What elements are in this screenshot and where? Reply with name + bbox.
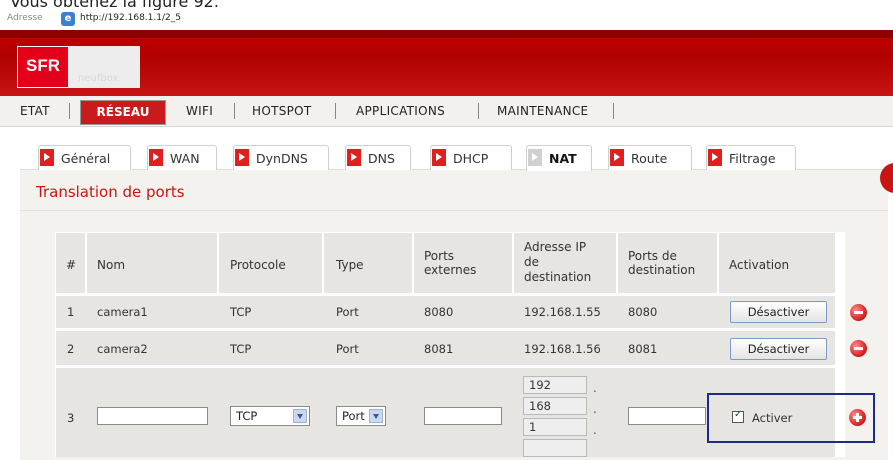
activer-checkbox[interactable] xyxy=(732,409,744,423)
tab-label: Général xyxy=(61,151,111,166)
ip-dot: . xyxy=(593,381,597,395)
header-ports-dest-line1: Ports de xyxy=(628,249,677,263)
nav-item-applications[interactable]: APPLICATIONS xyxy=(356,104,445,118)
header-protocole: Protocole xyxy=(230,258,286,272)
row-ports-dest: 8080 xyxy=(628,305,658,319)
activer-label: Activer xyxy=(752,411,793,425)
nav-item-reseau[interactable]: RÉSEAU xyxy=(80,100,166,125)
arrow-right-icon xyxy=(149,149,163,166)
header-adresse-ip-line2: de xyxy=(524,255,539,269)
desactiver-button[interactable]: Désactiver xyxy=(730,301,827,323)
nav-separator xyxy=(478,103,479,119)
row-nom: camera1 xyxy=(97,305,148,319)
protocole-selected: TCP xyxy=(236,409,258,423)
row-ports-dest: 8081 xyxy=(628,342,658,356)
sfr-logo[interactable]: SFR xyxy=(17,46,69,88)
row-num: 3 xyxy=(67,411,75,425)
arrow-right-icon xyxy=(610,149,624,166)
row-num: 1 xyxy=(67,305,75,319)
arrow-right-icon xyxy=(347,149,361,166)
address-url[interactable]: http://192.168.1.1/2_5 xyxy=(80,13,181,23)
header-adresse-ip-line3: destination xyxy=(524,270,592,284)
header-type: Type xyxy=(336,258,364,272)
plus-circle-icon[interactable] xyxy=(849,409,866,426)
protocole-select[interactable]: TCP xyxy=(230,406,310,426)
nav-item-wifi[interactable]: WIFI xyxy=(186,104,213,118)
tab-label: DNS xyxy=(368,151,395,166)
tab-label: DynDNS xyxy=(256,151,308,166)
arrow-right-icon xyxy=(708,149,722,166)
nav-separator xyxy=(69,103,70,119)
ip-octet-4-input[interactable] xyxy=(523,439,587,457)
tab-nat[interactable]: NAT xyxy=(526,145,592,171)
header-ports-dest-line2: destination xyxy=(628,263,696,277)
address-bar: Adresse e http://192.168.1.1/2_5 xyxy=(0,10,893,30)
desactiver-button[interactable]: Désactiver xyxy=(730,338,827,360)
browser-page-icon: e xyxy=(61,12,75,26)
arrow-right-icon xyxy=(528,149,542,166)
minus-circle-icon[interactable] xyxy=(850,340,867,357)
nav-item-etat[interactable]: ETAT xyxy=(20,104,50,118)
nav-separator xyxy=(335,103,336,119)
chevron-down-icon xyxy=(293,409,307,423)
ip-octet-3-input[interactable]: 1 xyxy=(523,418,587,436)
nav-item-maintenance[interactable]: MAINTENANCE xyxy=(497,104,588,118)
header-ports-externes-line2: externes xyxy=(424,263,477,277)
tab-dyndns[interactable]: DynDNS xyxy=(233,145,329,170)
nav-item-hotspot[interactable]: HOTSPOT xyxy=(252,104,312,118)
header-activation: Activation xyxy=(729,258,790,272)
nav-separator xyxy=(613,103,614,119)
ip-octet-2-input[interactable]: 168 xyxy=(523,397,587,415)
type-select[interactable]: Port xyxy=(336,406,386,426)
arrow-right-icon xyxy=(40,149,54,166)
tab-general[interactable]: Général xyxy=(38,145,131,170)
ports-externes-input[interactable] xyxy=(424,407,502,425)
divider xyxy=(20,210,888,211)
tab-dns[interactable]: DNS xyxy=(345,145,411,170)
header-adresse-ip-line1: Adresse IP xyxy=(524,240,587,254)
ip-dot: . xyxy=(593,402,597,416)
neufbox-logo: neufbox xyxy=(68,46,140,88)
nav-separator xyxy=(234,103,235,119)
tab-label: WAN xyxy=(170,151,200,166)
header-stripe xyxy=(0,30,893,38)
type-selected: Port xyxy=(342,409,365,423)
tab-dhcp[interactable]: DHCP xyxy=(430,145,512,170)
row-ports-externes: 8080 xyxy=(424,305,454,319)
arrow-right-icon xyxy=(432,149,446,166)
tab-label: Route xyxy=(631,151,668,166)
row-type: Port xyxy=(336,305,359,319)
nom-input[interactable] xyxy=(97,407,208,425)
ports-dest-input[interactable] xyxy=(628,407,706,425)
chevron-down-icon xyxy=(369,409,383,423)
section-title: Translation de ports xyxy=(36,183,185,201)
arrow-right-icon xyxy=(235,149,249,166)
address-label: Adresse xyxy=(7,13,43,23)
tab-filtrage[interactable]: Filtrage xyxy=(706,145,796,170)
header-ports-externes-line1: Ports xyxy=(424,249,455,263)
tab-label: DHCP xyxy=(453,151,489,166)
ip-dot: . xyxy=(593,423,597,437)
ip-octet-1-input[interactable]: 192 xyxy=(523,376,587,394)
tab-route[interactable]: Route xyxy=(608,145,692,170)
tab-label: NAT xyxy=(549,151,577,166)
neufbox-wordmark: neufbox xyxy=(78,73,119,84)
row-ports-externes: 8081 xyxy=(424,342,454,356)
header-num: # xyxy=(66,258,77,272)
minus-circle-icon[interactable] xyxy=(850,304,867,321)
row-type: Port xyxy=(336,342,359,356)
tab-wan[interactable]: WAN xyxy=(147,145,217,170)
row-nom: camera2 xyxy=(97,342,148,356)
row-adresse-ip: 192.168.1.56 xyxy=(524,342,601,356)
row-protocole: TCP xyxy=(230,342,252,356)
header-nom: Nom xyxy=(97,258,126,272)
tab-label: Filtrage xyxy=(729,151,776,166)
row-num: 2 xyxy=(67,342,75,356)
row-protocole: TCP xyxy=(230,305,252,319)
row-adresse-ip: 192.168.1.55 xyxy=(524,305,601,319)
